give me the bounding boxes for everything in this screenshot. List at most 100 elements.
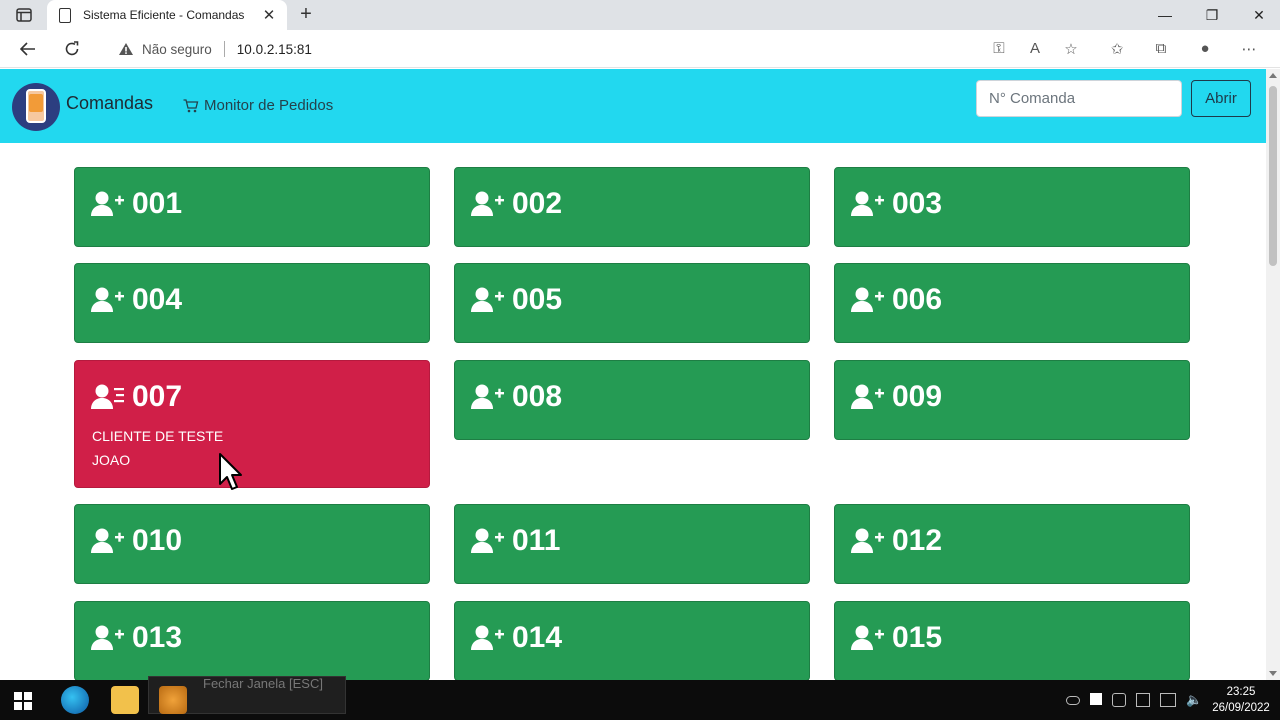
minimize-button[interactable]: — — [1142, 0, 1188, 30]
comanda-header: 005 — [471, 283, 562, 317]
comanda-client: CLIENTE DE TESTE — [92, 428, 224, 444]
comanda-card[interactable]: 006 — [834, 263, 1190, 343]
comanda-card[interactable]: 011 — [454, 504, 810, 584]
comanda-header: 007 — [91, 380, 182, 414]
clock-date: 26/09/2022 — [1212, 702, 1270, 714]
app-icon[interactable] — [159, 686, 187, 714]
logo[interactable] — [12, 83, 60, 131]
comanda-number: 002 — [512, 187, 563, 220]
new-tab-button[interactable]: + — [295, 3, 317, 25]
comanda-number: 011 — [512, 524, 561, 557]
tab-actions-icon[interactable] — [12, 6, 36, 24]
key-icon[interactable]: ⚿ — [990, 40, 1008, 58]
comanda-card[interactable]: 010 — [74, 504, 430, 584]
comanda-header: 010 — [91, 524, 182, 558]
collections-icon[interactable]: ⧉ — [1152, 40, 1170, 58]
device-icon[interactable] — [1136, 693, 1150, 707]
comanda-number: 014 — [512, 621, 563, 654]
user-plus-icon — [91, 527, 125, 555]
comanda-header: 009 — [851, 380, 942, 414]
scroll-up-icon[interactable] — [1269, 73, 1277, 78]
comanda-card[interactable]: 012 — [834, 504, 1190, 584]
profile-icon[interactable]: ● — [1196, 40, 1214, 58]
user-plus-icon — [851, 624, 885, 652]
comanda-card[interactable]: 003 — [834, 167, 1190, 247]
tooltip-text: Fechar Janela [ESC] — [203, 676, 323, 691]
file-explorer-icon[interactable] — [111, 686, 139, 714]
tab-close-icon[interactable]: ✕ — [259, 5, 279, 25]
volume-icon[interactable]: 🔈 — [1186, 693, 1202, 707]
comanda-card[interactable]: 008 — [454, 360, 810, 440]
shield-icon[interactable] — [1112, 693, 1126, 707]
comanda-header: 012 — [851, 524, 942, 558]
address-bar[interactable]: Não seguro 10.0.2.15:81 ⚿ A ☆ — [100, 34, 1090, 64]
user-plus-icon — [91, 624, 125, 652]
comanda-header: 011 — [471, 524, 560, 558]
comanda-number: 008 — [512, 380, 563, 413]
comanda-card[interactable]: 014 — [454, 601, 810, 680]
windows-update-icon[interactable] — [1090, 693, 1102, 705]
brand-title[interactable]: Comandas — [66, 93, 153, 114]
comanda-number-input[interactable] — [976, 80, 1182, 117]
network-icon[interactable] — [1160, 693, 1176, 707]
user-plus-icon — [471, 383, 505, 411]
scroll-thumb[interactable] — [1269, 86, 1277, 266]
comanda-waiter: JOAO — [92, 452, 131, 468]
comanda-card[interactable]: 013 — [74, 601, 430, 680]
comanda-card[interactable]: 005 — [454, 263, 810, 343]
add-favorite-icon[interactable]: ☆ — [1062, 40, 1080, 58]
cart-icon — [183, 98, 199, 112]
comanda-header: 013 — [91, 621, 182, 655]
back-icon[interactable] — [15, 37, 41, 61]
mouse-cursor-icon — [219, 453, 242, 490]
browser-titlebar: Sistema Eficiente - Comandas ✕ + — ❐ ✕ — [0, 0, 1280, 30]
refresh-icon[interactable] — [59, 37, 85, 61]
app-navbar: Comandas Monitor de Pedidos Abrir — [0, 69, 1266, 143]
open-button[interactable]: Abrir — [1191, 80, 1251, 117]
system-tray: 🔈 — [1066, 693, 1202, 707]
browser-tab[interactable]: Sistema Eficiente - Comandas ✕ — [47, 0, 287, 30]
page-icon — [59, 7, 71, 23]
url-text[interactable]: 10.0.2.15:81 — [237, 42, 312, 57]
comanda-card[interactable]: 001 — [74, 167, 430, 247]
comanda-number: 010 — [132, 524, 183, 557]
comanda-card[interactable]: 004 — [74, 263, 430, 343]
comanda-number: 013 — [132, 621, 183, 654]
more-icon[interactable]: ⋯ — [1240, 40, 1258, 58]
comanda-number: 012 — [892, 524, 943, 557]
scroll-down-icon[interactable] — [1269, 671, 1277, 676]
comanda-card[interactable]: 002 — [454, 167, 810, 247]
comanda-card[interactable]: 007 CLIENTE DE TESTE JOAO — [74, 360, 430, 488]
comanda-number: 001 — [132, 187, 183, 220]
warning-icon — [119, 43, 133, 55]
user-plus-icon — [851, 286, 885, 314]
comanda-number: 003 — [892, 187, 943, 220]
user-plus-icon — [91, 190, 125, 218]
read-aloud-icon[interactable]: A — [1026, 40, 1044, 58]
restore-button[interactable]: ❐ — [1189, 0, 1235, 30]
user-plus-icon — [91, 286, 125, 314]
favorites-icon[interactable]: ✩ — [1108, 40, 1126, 58]
close-window-button[interactable]: ✕ — [1236, 0, 1280, 30]
tab-title: Sistema Eficiente - Comandas — [83, 8, 245, 22]
edge-icon[interactable] — [61, 686, 89, 714]
comanda-header: 006 — [851, 283, 942, 317]
comanda-header: 014 — [471, 621, 562, 655]
page-scrollbar[interactable] — [1266, 69, 1280, 680]
comanda-header: 004 — [91, 283, 182, 317]
comanda-header: 003 — [851, 187, 942, 221]
user-list-icon — [91, 383, 125, 411]
windows-start-icon[interactable] — [14, 692, 32, 710]
clock-time: 23:25 — [1226, 686, 1256, 698]
monitor-link[interactable]: Monitor de Pedidos — [183, 97, 333, 114]
clock[interactable]: 23:25 26/09/2022 — [1208, 684, 1274, 716]
comanda-header: 008 — [471, 380, 562, 414]
browser-toolbar: Não seguro 10.0.2.15:81 ⚿ A ☆ ✩ ⧉ ● ⋯ — [0, 30, 1280, 68]
user-plus-icon — [471, 624, 505, 652]
comanda-number: 005 — [512, 283, 563, 316]
comanda-card[interactable]: 009 — [834, 360, 1190, 440]
comanda-card[interactable]: 015 — [834, 601, 1190, 680]
user-plus-icon — [471, 190, 505, 218]
cloud-icon[interactable] — [1066, 696, 1080, 705]
security-label[interactable]: Não seguro — [142, 42, 212, 57]
